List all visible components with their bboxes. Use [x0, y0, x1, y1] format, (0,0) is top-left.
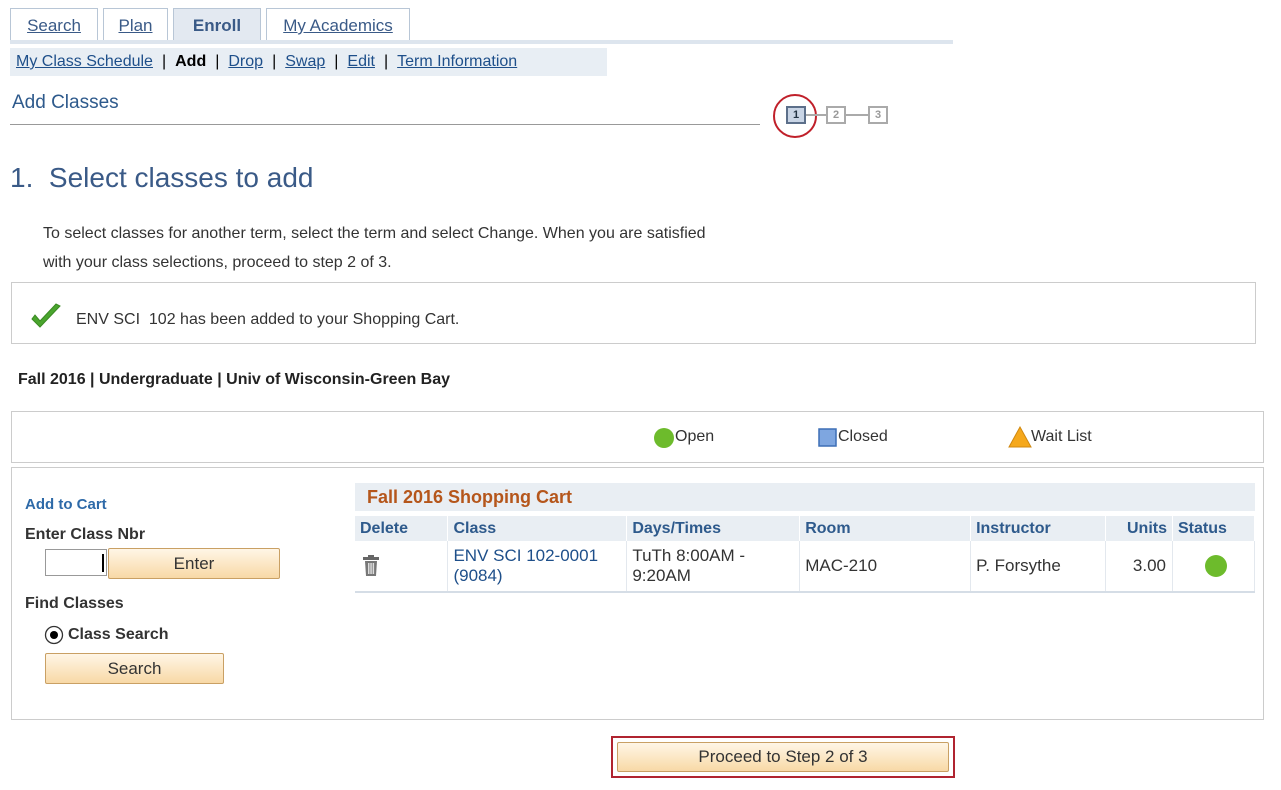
class-nbr-input[interactable]: [45, 549, 107, 576]
instructor-cell: P. Forsythe: [970, 541, 1107, 593]
class-search-option-label[interactable]: Class Search: [68, 626, 169, 644]
subnav-drop[interactable]: Drop: [228, 53, 263, 70]
add-to-cart-heading: Add to Cart: [25, 496, 107, 513]
proceed-highlight: Proceed to Step 2 of 3: [611, 736, 955, 778]
column-header-room: Room: [799, 516, 972, 541]
tab-divider: [10, 40, 953, 44]
subnav-separator: |: [272, 53, 277, 70]
checkmark-icon: [31, 303, 61, 328]
tab-my-academics[interactable]: My Academics: [266, 8, 410, 40]
success-message-text: ENV SCI 102 has been added to your Shopp…: [76, 311, 460, 328]
column-header-class: Class: [447, 516, 628, 541]
tab-search[interactable]: Search: [10, 8, 98, 40]
step-2-indicator: 2: [826, 106, 846, 124]
term-info: Fall 2016 | Undergraduate | Univ of Wisc…: [18, 371, 451, 388]
subnav-add-current: Add: [175, 53, 207, 70]
open-status-icon: [1204, 555, 1227, 577]
search-button[interactable]: Search: [45, 653, 224, 684]
text-cursor: [102, 554, 104, 572]
instructions-line-2: with your class selections, proceed to s…: [43, 254, 392, 271]
enter-class-nbr-label: Enter Class Nbr: [25, 526, 146, 543]
page-title: Add Classes: [12, 92, 119, 113]
status-legend: Open Closed Wait List: [11, 411, 1264, 463]
status-cell: [1172, 541, 1256, 593]
table-header-row: Delete Class Days/Times Room Instructor …: [355, 516, 1256, 541]
subnav-separator: |: [334, 53, 339, 70]
column-header-instructor: Instructor: [970, 516, 1107, 541]
subnav-edit[interactable]: Edit: [347, 53, 375, 70]
step-connector: [846, 114, 868, 116]
closed-status-icon: [818, 428, 837, 447]
subnav-separator: |: [215, 53, 220, 70]
step-heading: 1. Select classes to add: [10, 162, 314, 193]
enter-button[interactable]: Enter: [108, 548, 280, 579]
column-header-units: Units: [1105, 516, 1173, 541]
step-1-indicator: 1: [786, 106, 806, 124]
title-underline: [10, 124, 760, 125]
class-search-radio[interactable]: [44, 625, 64, 645]
step-3-indicator: 3: [868, 106, 888, 124]
column-header-status: Status: [1172, 516, 1256, 541]
days-times-cell: TuTh 8:00AM -9:20AM: [626, 541, 801, 593]
legend-wait-list-label: Wait List: [1031, 428, 1092, 445]
units-cell: 3.00: [1105, 541, 1173, 593]
legend-closed-label: Closed: [838, 428, 888, 445]
trash-icon[interactable]: [362, 555, 380, 577]
delete-cell: [355, 541, 449, 593]
subnav-separator: |: [383, 53, 389, 70]
shopping-cart-title: Fall 2016 Shopping Cart: [355, 483, 1255, 511]
legend-open-label: Open: [675, 428, 715, 445]
instructions-line-1: To select classes for another term, sele…: [43, 225, 706, 242]
shopping-cart-table: Delete Class Days/Times Room Instructor …: [355, 516, 1256, 593]
find-classes-label: Find Classes: [25, 595, 124, 612]
subnav-separator: |: [161, 53, 167, 70]
room-cell: MAC-210: [799, 541, 972, 593]
wait-list-status-icon: [1008, 426, 1032, 448]
subnav-swap[interactable]: Swap: [285, 53, 325, 70]
subnav-my-class-schedule[interactable]: My Class Schedule: [16, 53, 153, 70]
proceed-to-step-2-button[interactable]: Proceed to Step 2 of 3: [617, 742, 949, 772]
column-header-delete: Delete: [355, 516, 449, 541]
column-header-days-times: Days/Times: [626, 516, 801, 541]
table-row: ENV SCI 102-0001 (9084) TuTh 8:00AM -9:20…: [355, 541, 1256, 593]
success-message-box: ENV SCI 102 has been added to your Shopp…: [11, 282, 1256, 344]
open-status-icon: [654, 428, 674, 448]
tab-plan[interactable]: Plan: [103, 8, 168, 40]
step-connector: [806, 114, 826, 116]
class-cell: ENV SCI 102-0001 (9084): [447, 541, 628, 593]
tab-enroll[interactable]: Enroll: [173, 8, 261, 40]
enroll-subnav: My Class Schedule | Add | Drop | Swap | Edit | Ter…: [10, 48, 607, 76]
class-link[interactable]: ENV SCI 102-0001 (9084): [453, 546, 626, 586]
subnav-term-information[interactable]: Term Information: [397, 53, 517, 70]
instructions: To select classes for another term, sele…: [43, 219, 843, 277]
